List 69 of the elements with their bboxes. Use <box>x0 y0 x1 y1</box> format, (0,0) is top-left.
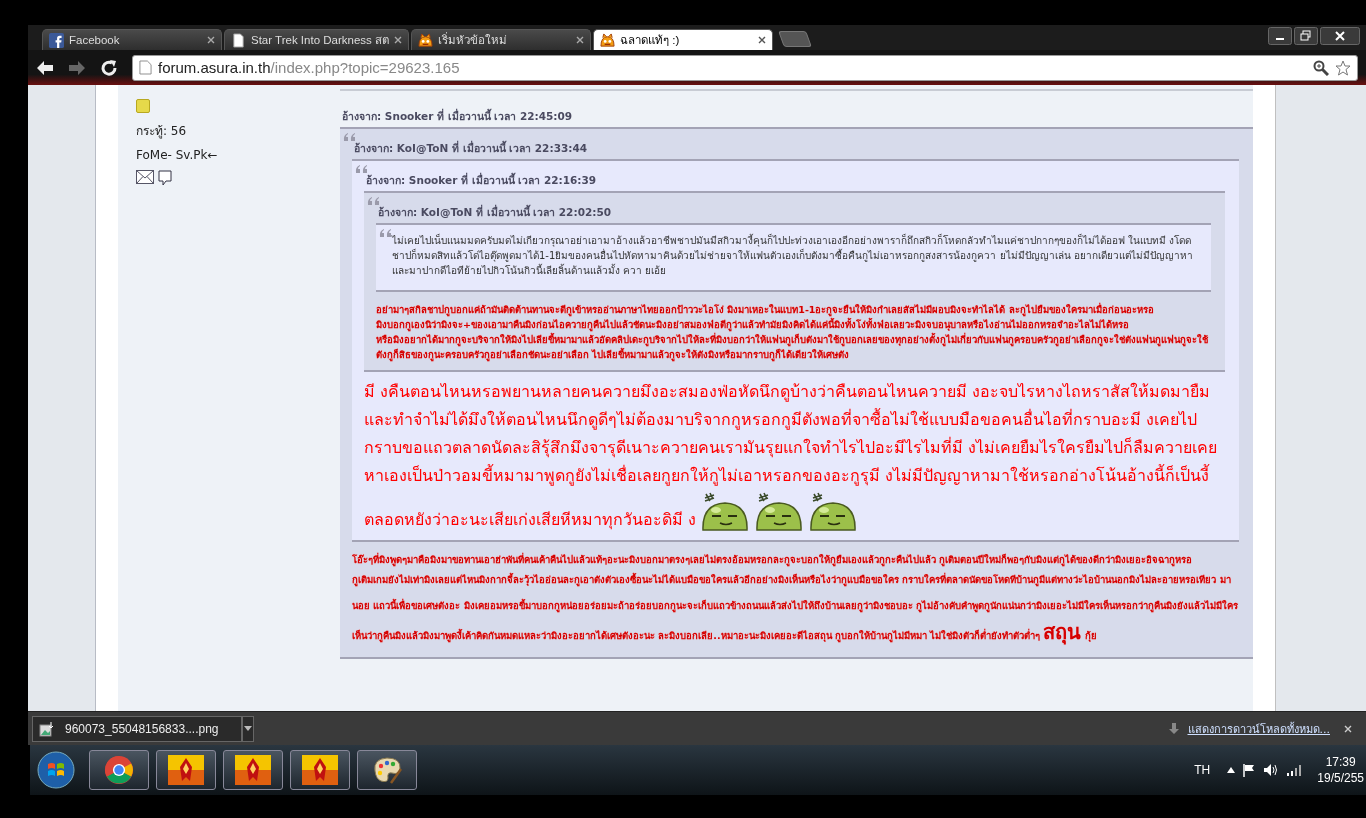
language-indicator[interactable]: TH <box>1194 763 1211 777</box>
quote-mark-icon <box>367 196 381 206</box>
quote-mark-icon <box>379 228 393 238</box>
browser-tab[interactable]: เริ่มหัวข้อใหม่ <box>411 29 591 50</box>
taskbar-app-button[interactable] <box>89 750 149 790</box>
zoom-icon[interactable] <box>1313 59 1329 76</box>
slime-emoticon-icon <box>754 490 805 534</box>
flame-emblem-icon <box>302 755 338 785</box>
paint-palette-icon <box>371 755 403 785</box>
message-paragraph: หรือมิงอยากได้มากกูจะบริจากให้มิงไปเลียขี้หมามาแล้วอัดคลิปเดะกูบริจากไปให้ละที่มิงบอกว่าให้แฟนกูเก็บตังมาใช้กูบอกเลยของทุกอย่างตั้งกูไม่เกี่ยวกับแฟนกูครอบครัวกูอย่าเลือกกูจะใช่ตังแฟนกูแฟนกูจะใช้ตังกูก็สิธของกูนะครอบครัวกูอย่าเลือกชัดนะอย่าเลือก ไปเลียขี้หมามาแล้วกูจะให้ตังมิงหรือมากราบกูก็ได้เดียวให้เศษตัง <box>376 332 1211 362</box>
browser-tab[interactable]: Star Trek Into Darkness สต <box>224 29 409 50</box>
slime-emoticon-icon <box>700 490 751 534</box>
close-icon[interactable] <box>758 36 766 44</box>
facebook-icon <box>49 32 64 48</box>
taskbar-app-button[interactable] <box>290 750 350 790</box>
star-icon[interactable] <box>1335 59 1351 76</box>
message-paragraph: โอ๊ะๆที่มิงพูดๆมาคือมิงมาขอทานเอาฮ่าพันที่คนเค้าคืนไปแล้วแท้ๆอะนะมิงบอกมาตรงๆเลยไม่ตรงอ้อมหรอกละกูจะบอกให้กูยืมเองแล้วกูกะคืนไปแล้ว กูเติมตอนปีใหม่ก็พอๆกับมิงแต่กูได้ของดีกว่ามิงเยอะอิจฉากูหรอ <box>352 552 1194 567</box>
message-paragraph: กูเติมเกมยังไม่เท่ามิงเลยแต่ไหนมิงกากจี้ละวุ้วไออ่อนละกูเอาตังตัวเองซื้อนะไม่ได้แบมือขอใครแล้วอีกอย่างมิงเห็นหรือไงว่ากูแบมือขอใคร กราบใครที่ตลาดนัดขอโหดทีบ้านกูมีแต่ทางว่ะไอบ้านนอกมิงไม่ละอายหรอเทียว มา นอย แถวนี้เพื่อขอเศษตังอะ มิงเคยอมหรอขี้มาบอกกูหน่อยอร่อยมะถ้าอร่อยบอกกูนะจะเก็บแถวข้างถนนแล้วส่งไปให้ถึงบ้านเลยกูว่ามิงชอบอะ กูไม่อ้างคับคำพูดกูนักแน่นกว่ามิงเยอะไม่มีใครเห็นหรอกว่ากูคืนมิงยังแล้วไม่มีใครเห็นว่ากูคืนมิงแล้วมิงมาพูดงี้เค้าคิดกันหมดแหละว่ามิงอะอยากได้เศษตังอะนะ ละมิงบอกเลีย..หมาอะนะมิงเคยอะดีไอสถุน กูบอกให้บ้านกูไม่มีหมา ไม่ใช่มิงตัวก็ต่ำยังทำตัวต่ำๆ สถุน กุ้ย <box>352 571 1239 647</box>
browser-tab[interactable]: ฉลาดแท้ๆ :) <box>593 29 773 50</box>
quote-header: อ้างจาก: KoI@ToN ที่ เมื่อวานนี้ เวลา 22:33:44 <box>353 139 589 156</box>
clock-date: 19/5/255 <box>1317 770 1364 786</box>
quote-text: ไม่เคยไปเน็บแนมมดครับมดไม่เกียวกรุณาอย่าเอามาอ้างแล้วอาชีพชาปมันมีสกิวมางี้คุนก็ไปปะท่วงเอาเองอีกอย่างพาราก็ถึกสกิวก็โหดกลัวทำไมแค่ชาปกากๆของก็ไม่ได้ออฟ ในแบทมี งโดดชาปก็หมดสิทแล้วโด่ไอตุ๊ดพูดมาได้1-1ยิมของคนอื่นไปหัดหามาคินด้วยไม่ช่ายจาให้แฟนตัวเองเก็บตังมาซื้อคืนกูไม่เอาหรอกกูสงสารน้องกูควา ยไม่มีปัญญาเล่น อยากเดียวแต่ไม่มีปัญญาหาและมาปากดีไอทีย้ายไปกิวโน้นกิวนี้เลียลิ้นด้านแล้วมั้ง ควา ยเอ้ย <box>392 233 1194 278</box>
member-signature: FoMe- Sv.Pk← <box>136 148 219 162</box>
clock[interactable]: 17:39 19/5/255 <box>1309 754 1366 786</box>
close-icon[interactable] <box>207 36 215 44</box>
image-file-icon <box>39 720 55 737</box>
clock-time: 17:39 <box>1325 754 1356 770</box>
download-item[interactable]: 960073_55048156833....png <box>32 715 242 742</box>
flag-icon[interactable] <box>1242 763 1257 777</box>
chrome-icon <box>104 755 134 785</box>
reload-icon[interactable] <box>100 58 118 77</box>
rank-icon <box>136 99 150 113</box>
message-paragraph: มี งคืนตอนไหนหรอพยานหลายคนควายมึงอะสมองฟ่อหัดนึกดูบ้างว่าคืนตอนไหนควายมี งอะจบไรหางไถหราสัสให้มดมายืมและทำจำไม่ได้มึงให้ตอนไหนนึกดูดีๆไม่ต้องมาบริจากกูหรอกกูมีตังพอที่จาซื้อไม่ใช้แบบมือขอคนอื่นไอที่กราบอะมี งเคยไปกราบขอแถวตลาดนัดละสิรุ้สึกมึงจารุดีเนาะควายคนเรามันรุยแกใจทำไรไปอะมีไรไมที่มี งไม่เคยยืมไรใครยืมไปก็ลืมควายเคยหาเองเป็นป่าวอมขี้หมามาพูดกูยังไม่เชื่อเลยกูยกให้กูไม่เอาหรอกของอะกูรุมี งไม่มีปัญญาหามาใช้หรอกอ่างโน้นอ้างนี้ก็เป็นงี้ตลอดหยังว่าอะนะเสียเก่งเสียหีหมาทุกวันอะดิมี ง <box>364 378 1225 534</box>
quote-mark-icon <box>343 132 357 142</box>
mascot-icon <box>418 32 433 48</box>
page-icon <box>231 32 246 48</box>
page-icon <box>139 60 152 75</box>
quote-header: อ้างจาก: Snooker ที่ เมื่อวานนี้ เวลา 22:45:09 <box>341 107 574 124</box>
close-icon[interactable] <box>576 36 584 44</box>
flame-emblem-icon <box>168 755 204 785</box>
minimize-icon[interactable] <box>1268 27 1292 45</box>
up-arrow-icon[interactable] <box>1227 767 1236 773</box>
taskbar-app-button[interactable] <box>357 750 417 790</box>
new-tab-button[interactable] <box>778 31 812 47</box>
caret-icon <box>243 726 252 731</box>
mascot-icon <box>600 32 615 48</box>
signal-icon[interactable] <box>1286 764 1303 776</box>
envelope-icon[interactable] <box>136 170 154 184</box>
start-button[interactable] <box>36 750 76 790</box>
message-paragraph: อย่ามาๆสกิลชาปกูบอกแค่ถ้ามันติดต้านทานจะตีกูเข้าหรออ่านภาษาไทยออกป้าววะไอโง่ มิงมาเหอะในแบท1-1อะกูจะยืนให้มิงกำเลยสัสไม่มีผอบมิงจะทำไลได้ ละกูไปยืมของใครมาเมื่อก่อนอะหรอ <box>376 302 1155 317</box>
close-icon[interactable] <box>394 36 402 44</box>
download-icon <box>1167 722 1180 735</box>
show-all-downloads-link[interactable]: แสดงการดาวน์โหลดทั้งหมด... <box>1187 719 1330 738</box>
taskbar-app-button[interactable] <box>156 750 216 790</box>
browser-tab[interactable]: Facebook <box>42 29 222 50</box>
speech-bubble-icon[interactable] <box>158 170 172 186</box>
quote-header: อ้างจาก: KoI@ToN ที่ เมื่อวานนี้ เวลา 22:02:50 <box>377 203 613 220</box>
quote-mark-icon <box>355 164 369 174</box>
speaker-icon[interactable] <box>1263 763 1280 777</box>
url-text: forum.asura.in.th/index.php?topic=29623.165 <box>158 59 460 76</box>
address-bar[interactable]: forum.asura.in.th/index.php?topic=29623.165 <box>132 54 1358 81</box>
quote-header: อ้างจาก: Snooker ที่ เมื่อวานนี้ เวลา 22:16:39 <box>365 171 598 188</box>
taskbar-app-button[interactable] <box>223 750 283 790</box>
slime-emoticon-icon <box>808 490 859 534</box>
close-icon[interactable] <box>1320 27 1360 45</box>
restore-icon[interactable] <box>1294 27 1318 45</box>
post-count: กระทู้: 56 <box>136 123 188 140</box>
flame-emblem-icon <box>235 755 271 785</box>
message-paragraph: มิงบอกกูเองนิว่ามิงจะ+ของเอามาคืนมิงก่อนไอควายกูคืนไปแล้วชัดนะมิงอย่าสมองฟ่อตีกูว่าแล้วทำมัยมิงคิดได้แค่นี้มิงทั้งโง่ทั้งฟ่อเลยวะมิงจบอนุบาลหรือไงอ่านไม่ออกหรอจำอะไลไม่ได้หรอ <box>376 317 1211 332</box>
